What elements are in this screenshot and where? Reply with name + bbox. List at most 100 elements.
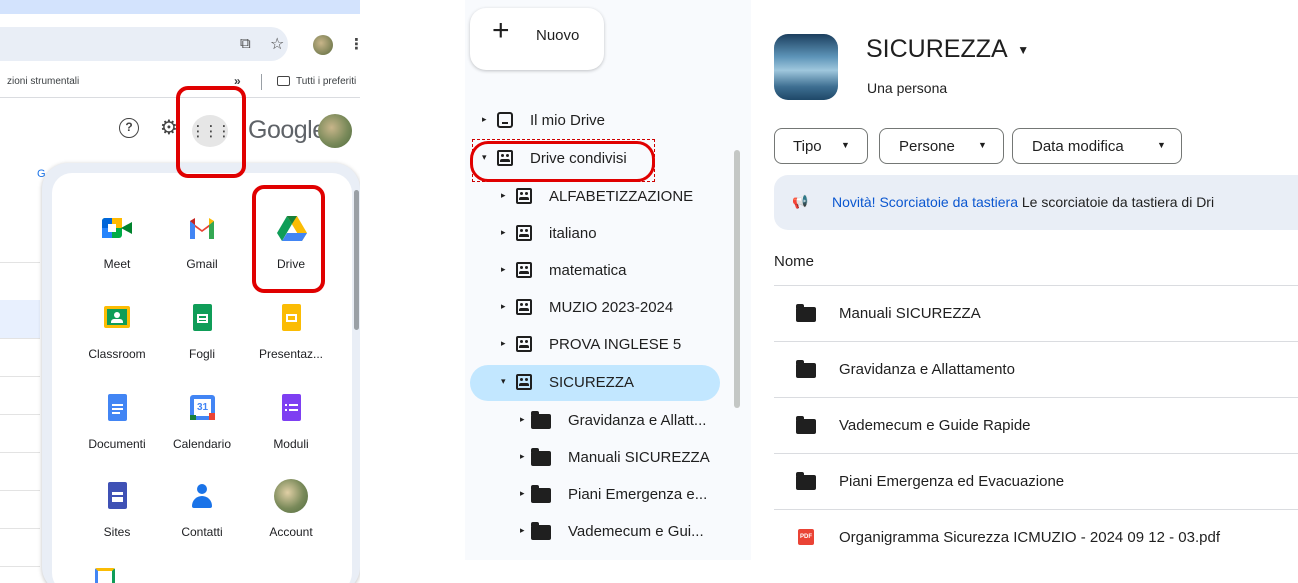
- filter-people-chip[interactable]: Persone ▼: [879, 128, 1004, 164]
- help-icon[interactable]: ?: [119, 118, 139, 138]
- caret-right-icon[interactable]: ▸: [501, 301, 506, 312]
- bookmark-star-icon[interactable]: ☆: [270, 34, 284, 54]
- megaphone-icon: 📢: [792, 194, 809, 209]
- app-account[interactable]: Account: [248, 479, 334, 561]
- account-avatar[interactable]: [318, 114, 352, 148]
- drive-sidebar: + Nuovo ▸ Il mio Drive ▾ Drive condivisi…: [465, 0, 751, 560]
- shared-drive-item[interactable]: ▸ PROVA INGLESE 5: [470, 327, 720, 363]
- caret-down-icon[interactable]: ▾: [501, 376, 506, 387]
- shared-drive-icon: [516, 336, 532, 352]
- page-title[interactable]: SICUREZZA ▼: [866, 35, 1029, 64]
- google-logo[interactable]: Google: [248, 116, 326, 145]
- folder-icon: [531, 411, 551, 429]
- folder-icon: [796, 360, 816, 378]
- app-classroom[interactable]: Classroom: [74, 303, 160, 383]
- subfolder-item[interactable]: ▸ Vademecum e Gui...: [470, 514, 720, 550]
- annotation-box-shared: [470, 141, 655, 182]
- sidebar-item-label: SICUREZZA: [549, 374, 635, 391]
- sites-icon: [102, 481, 132, 511]
- folder-icon: [531, 522, 551, 540]
- shared-drive-icon: [516, 225, 532, 241]
- toolbar: ⧉ ☆ ⋮: [0, 14, 360, 66]
- classroom-icon: [102, 303, 132, 333]
- more-app-icon: [95, 568, 115, 583]
- sheets-icon: [187, 303, 217, 333]
- subfolder-item[interactable]: ▸ Piani Emergenza e...: [470, 477, 720, 513]
- caret-down-icon[interactable]: ▼: [1017, 43, 1029, 57]
- bookmark-item[interactable]: zioni strumentali: [7, 76, 79, 87]
- caret-right-icon[interactable]: ▸: [520, 525, 525, 536]
- all-bookmarks-link[interactable]: Tutti i preferiti: [296, 76, 356, 87]
- sidebar-item-my-drive[interactable]: ▸ Il mio Drive: [470, 103, 720, 139]
- drive-main: SICUREZZA ▼ Una persona Tipo ▼ Persone ▼…: [752, 0, 1298, 583]
- caret-right-icon[interactable]: ▸: [501, 264, 506, 275]
- meet-icon: [102, 213, 132, 243]
- tab-strip: [0, 0, 360, 14]
- new-button[interactable]: + Nuovo: [470, 8, 604, 70]
- file-row[interactable]: Manuali SICUREZZA: [774, 285, 1298, 341]
- shared-drive-icon: [516, 299, 532, 315]
- app-label: Documenti: [88, 437, 146, 451]
- folder-icon: [796, 304, 816, 322]
- file-name: Gravidanza e Allattamento: [839, 361, 1015, 378]
- file-row[interactable]: Gravidanza e Allattamento: [774, 341, 1298, 397]
- launcher-scrollbar[interactable]: [354, 190, 359, 330]
- news-banner[interactable]: 📢 Novità! Scorciatoie da tastiera Le sco…: [774, 175, 1298, 230]
- app-contacts[interactable]: Contatti: [159, 481, 245, 561]
- banner-title[interactable]: Novità! Scorciatoie da tastiera: [832, 194, 1018, 210]
- file-row[interactable]: Piani Emergenza ed Evacuazione: [774, 453, 1298, 509]
- caret-right-icon[interactable]: ▸: [501, 338, 506, 349]
- install-app-icon[interactable]: ⧉: [240, 35, 251, 52]
- profile-avatar[interactable]: [313, 35, 333, 55]
- calendar-icon: 31: [187, 393, 217, 423]
- shared-drive-item-selected[interactable]: ▾ SICUREZZA: [470, 365, 720, 401]
- app-label: Meet: [103, 257, 131, 271]
- shared-drive-item[interactable]: ▸ matematica: [470, 253, 720, 289]
- app-label: Presentaz...: [258, 347, 324, 361]
- annotation-box-apps: [176, 86, 246, 178]
- shared-drive-item[interactable]: ▸ italiano: [470, 216, 720, 252]
- app-sheets[interactable]: Fogli: [159, 303, 245, 383]
- new-button-label: Nuovo: [536, 27, 580, 44]
- shared-drive-item[interactable]: ▸ MUZIO 2023-2024: [470, 290, 720, 326]
- shared-drive-icon: [516, 188, 532, 204]
- caret-right-icon[interactable]: ▸: [520, 488, 525, 499]
- caret-down-icon: ▼: [1157, 140, 1166, 150]
- app-slides[interactable]: Presentaz...: [248, 303, 334, 383]
- app-label: Calendario: [172, 437, 232, 451]
- app-gmail[interactable]: Gmail: [159, 213, 245, 293]
- caret-right-icon[interactable]: ▸: [501, 227, 506, 238]
- subfolder-item[interactable]: ▸ Manuali SICUREZZA: [470, 440, 720, 476]
- caret-right-icon[interactable]: ▸: [520, 451, 525, 462]
- app-meet[interactable]: Meet: [74, 213, 160, 293]
- caret-right-icon[interactable]: ▸: [520, 414, 525, 425]
- sidebar-item-label: PROVA INGLESE 5: [549, 336, 682, 353]
- pdf-icon: PDF: [798, 529, 814, 545]
- filter-modified-chip[interactable]: Data modifica ▼: [1012, 128, 1182, 164]
- app-calendar[interactable]: 31 Calendario: [159, 393, 245, 473]
- members-count[interactable]: Una persona: [867, 80, 947, 96]
- caret-right-icon[interactable]: ▸: [501, 190, 506, 201]
- filter-type-chip[interactable]: Tipo ▼: [774, 128, 868, 164]
- app-forms[interactable]: Moduli: [248, 393, 334, 473]
- app-label: Account: [269, 525, 313, 539]
- forms-icon: [276, 393, 306, 423]
- file-row[interactable]: Vademecum e Guide Rapide: [774, 397, 1298, 453]
- app-label: Sites: [103, 525, 131, 539]
- shared-drive-item[interactable]: ▸ ALFABETIZZAZIONE: [470, 179, 720, 215]
- caret-right-icon[interactable]: ▸: [482, 114, 487, 125]
- file-row[interactable]: PDF Organigramma Sicurezza ICMUZIO - 202…: [774, 509, 1298, 565]
- sidebar-item-label: matematica: [549, 262, 627, 279]
- app-sites[interactable]: Sites: [74, 481, 160, 561]
- app-label: Classroom: [88, 347, 146, 361]
- sidebar-scrollbar[interactable]: [734, 150, 740, 408]
- subfolder-item[interactable]: ▸ Gravidanza e Allatt...: [470, 403, 720, 439]
- gmail-icon: [187, 213, 217, 243]
- app-label: Contatti: [181, 525, 223, 539]
- folder-icon: [796, 416, 816, 434]
- column-header-name[interactable]: Nome: [774, 253, 814, 270]
- chrome-menu-icon[interactable]: ⋮: [349, 35, 360, 53]
- app-docs[interactable]: Documenti: [74, 393, 160, 473]
- banner-text: Le scorciatoie da tastiera di Dri: [1021, 194, 1215, 210]
- chip-label: Tipo: [793, 138, 822, 155]
